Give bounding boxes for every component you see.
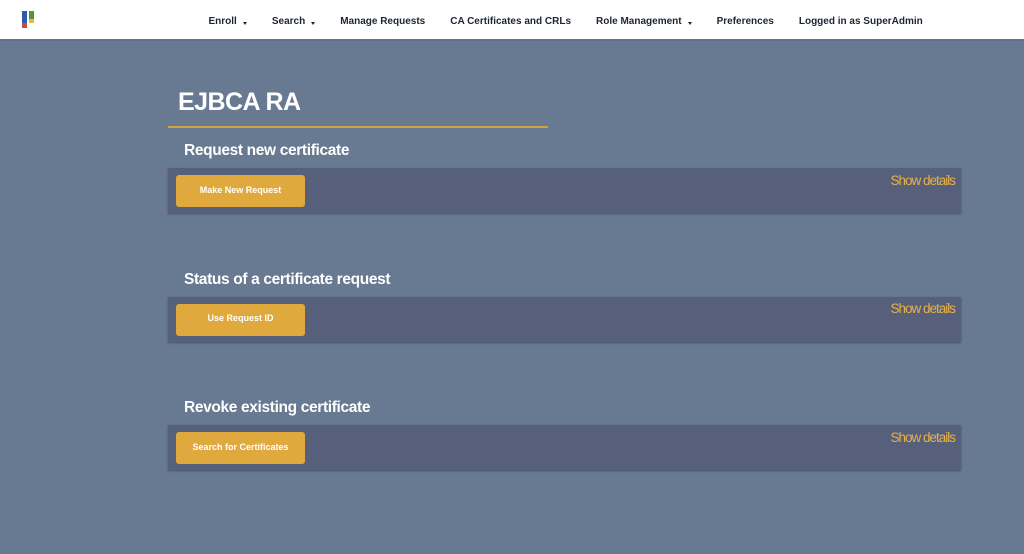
- menu-item-preferences[interactable]: Preferences: [704, 0, 786, 39]
- section-panel: Search for Certificates Show details: [168, 425, 961, 470]
- main-content: EJBCA RA Request new certificate Make New…: [168, 88, 961, 470]
- top-navbar: Enroll Search Manage Requests CA Certificat…: [0, 0, 1024, 41]
- menu-item-role-management[interactable]: Role Management: [584, 0, 705, 39]
- menu-item-label: Search: [272, 16, 305, 27]
- menu-item-label: CA Certificates and CRLs: [450, 16, 571, 27]
- main-menu: Enroll Search Manage Requests CA Certificat…: [196, 0, 935, 39]
- section-status-of-a-certificate-request: Status of a certificate request Use Reque…: [168, 271, 961, 342]
- use-request-id-button[interactable]: Use Request ID: [176, 304, 305, 336]
- logo-bar-left: [22, 11, 27, 28]
- menu-item-manage-requests[interactable]: Manage Requests: [328, 0, 438, 39]
- caret-down-icon: [243, 22, 247, 25]
- menu-item-ca-certificates-and-crls[interactable]: CA Certificates and CRLs: [438, 0, 584, 39]
- logo-bar-right: [29, 11, 34, 22]
- show-details-link[interactable]: Show details: [890, 430, 955, 445]
- show-details-link[interactable]: Show details: [890, 301, 955, 316]
- menu-item-label: Manage Requests: [340, 16, 425, 27]
- menu-item-label: Logged in as SuperAdmin: [799, 16, 923, 27]
- make-new-request-button[interactable]: Make New Request: [176, 175, 305, 207]
- menu-item-search[interactable]: Search: [259, 0, 327, 39]
- menu-item-logged-in-as-superadmin[interactable]: Logged in as SuperAdmin: [786, 0, 935, 39]
- page-title: EJBCA RA: [168, 88, 961, 117]
- menu-item-label: Enroll: [209, 16, 237, 27]
- section-request-new-certificate: Request new certificate Make New Request S…: [168, 142, 961, 213]
- search-for-certificates-button[interactable]: Search for Certificates: [176, 432, 305, 464]
- menu-item-enroll[interactable]: Enroll: [196, 0, 259, 39]
- section-heading: Status of a certificate request: [168, 271, 961, 288]
- section-panel: Make New Request Show details: [168, 168, 961, 213]
- section-heading: Revoke existing certificate: [168, 399, 961, 416]
- section-panel: Use Request ID Show details: [168, 297, 961, 342]
- menu-item-label: Preferences: [717, 16, 774, 27]
- caret-down-icon: [311, 22, 315, 25]
- menu-item-label: Role Management: [596, 16, 682, 27]
- section-heading: Request new certificate: [168, 142, 961, 159]
- show-details-link[interactable]: Show details: [890, 173, 955, 188]
- caret-down-icon: [688, 22, 692, 25]
- ejbca-logo-icon[interactable]: [22, 11, 34, 28]
- title-underline: [168, 126, 548, 128]
- section-revoke-existing-certificate: Revoke existing certificate Search for Ce…: [168, 399, 961, 470]
